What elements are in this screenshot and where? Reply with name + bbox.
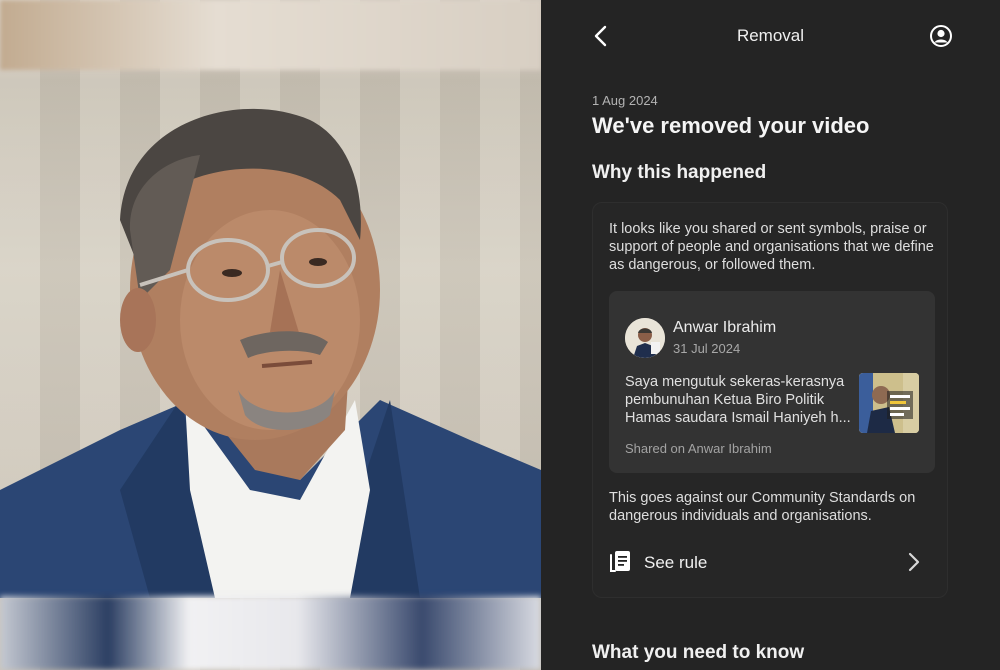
removal-screen: Removal 1 Aug 2024 We've removed your vi… bbox=[541, 0, 1000, 670]
post-author: Anwar Ibrahim bbox=[673, 319, 777, 336]
profile-button[interactable] bbox=[929, 24, 953, 48]
post-date: 31 Jul 2024 bbox=[673, 341, 741, 356]
see-rule-button[interactable]: See rule bbox=[607, 545, 933, 579]
avatar-image bbox=[625, 318, 665, 358]
top-bar: Removal bbox=[541, 0, 1000, 70]
user-circle-icon bbox=[930, 25, 952, 47]
see-rule-label: See rule bbox=[644, 553, 708, 572]
removal-headline: We've removed your video bbox=[592, 113, 870, 138]
removal-date: 1 Aug 2024 bbox=[592, 93, 658, 108]
why-section-title: Why this happened bbox=[592, 162, 767, 183]
photo-bottom-blur bbox=[0, 596, 541, 670]
post-thumbnail-image bbox=[859, 373, 919, 433]
reason-explanation: It looks like you shared or sent symbols… bbox=[609, 221, 934, 273]
chevron-right-icon bbox=[908, 552, 920, 572]
removed-post-preview[interactable]: Anwar Ibrahim 31 Jul 2024 Saya mengutuk … bbox=[609, 291, 935, 473]
portrait-illustration bbox=[0, 108, 541, 598]
rulebook-icon bbox=[610, 551, 630, 572]
post-text: Saya mengutuk sekeras-kerasnya pembunuha… bbox=[625, 374, 851, 426]
reason-card: It looks like you shared or sent symbols… bbox=[592, 202, 948, 598]
community-standards-text: This goes against our Community Standard… bbox=[609, 490, 916, 524]
news-photo bbox=[0, 0, 541, 670]
what-to-know-title: What you need to know bbox=[592, 642, 805, 663]
post-shared-on: Shared on Anwar Ibrahim bbox=[625, 441, 772, 456]
post-thumbnail bbox=[859, 373, 919, 433]
avatar bbox=[625, 318, 665, 358]
photo-top-blur bbox=[0, 0, 541, 70]
